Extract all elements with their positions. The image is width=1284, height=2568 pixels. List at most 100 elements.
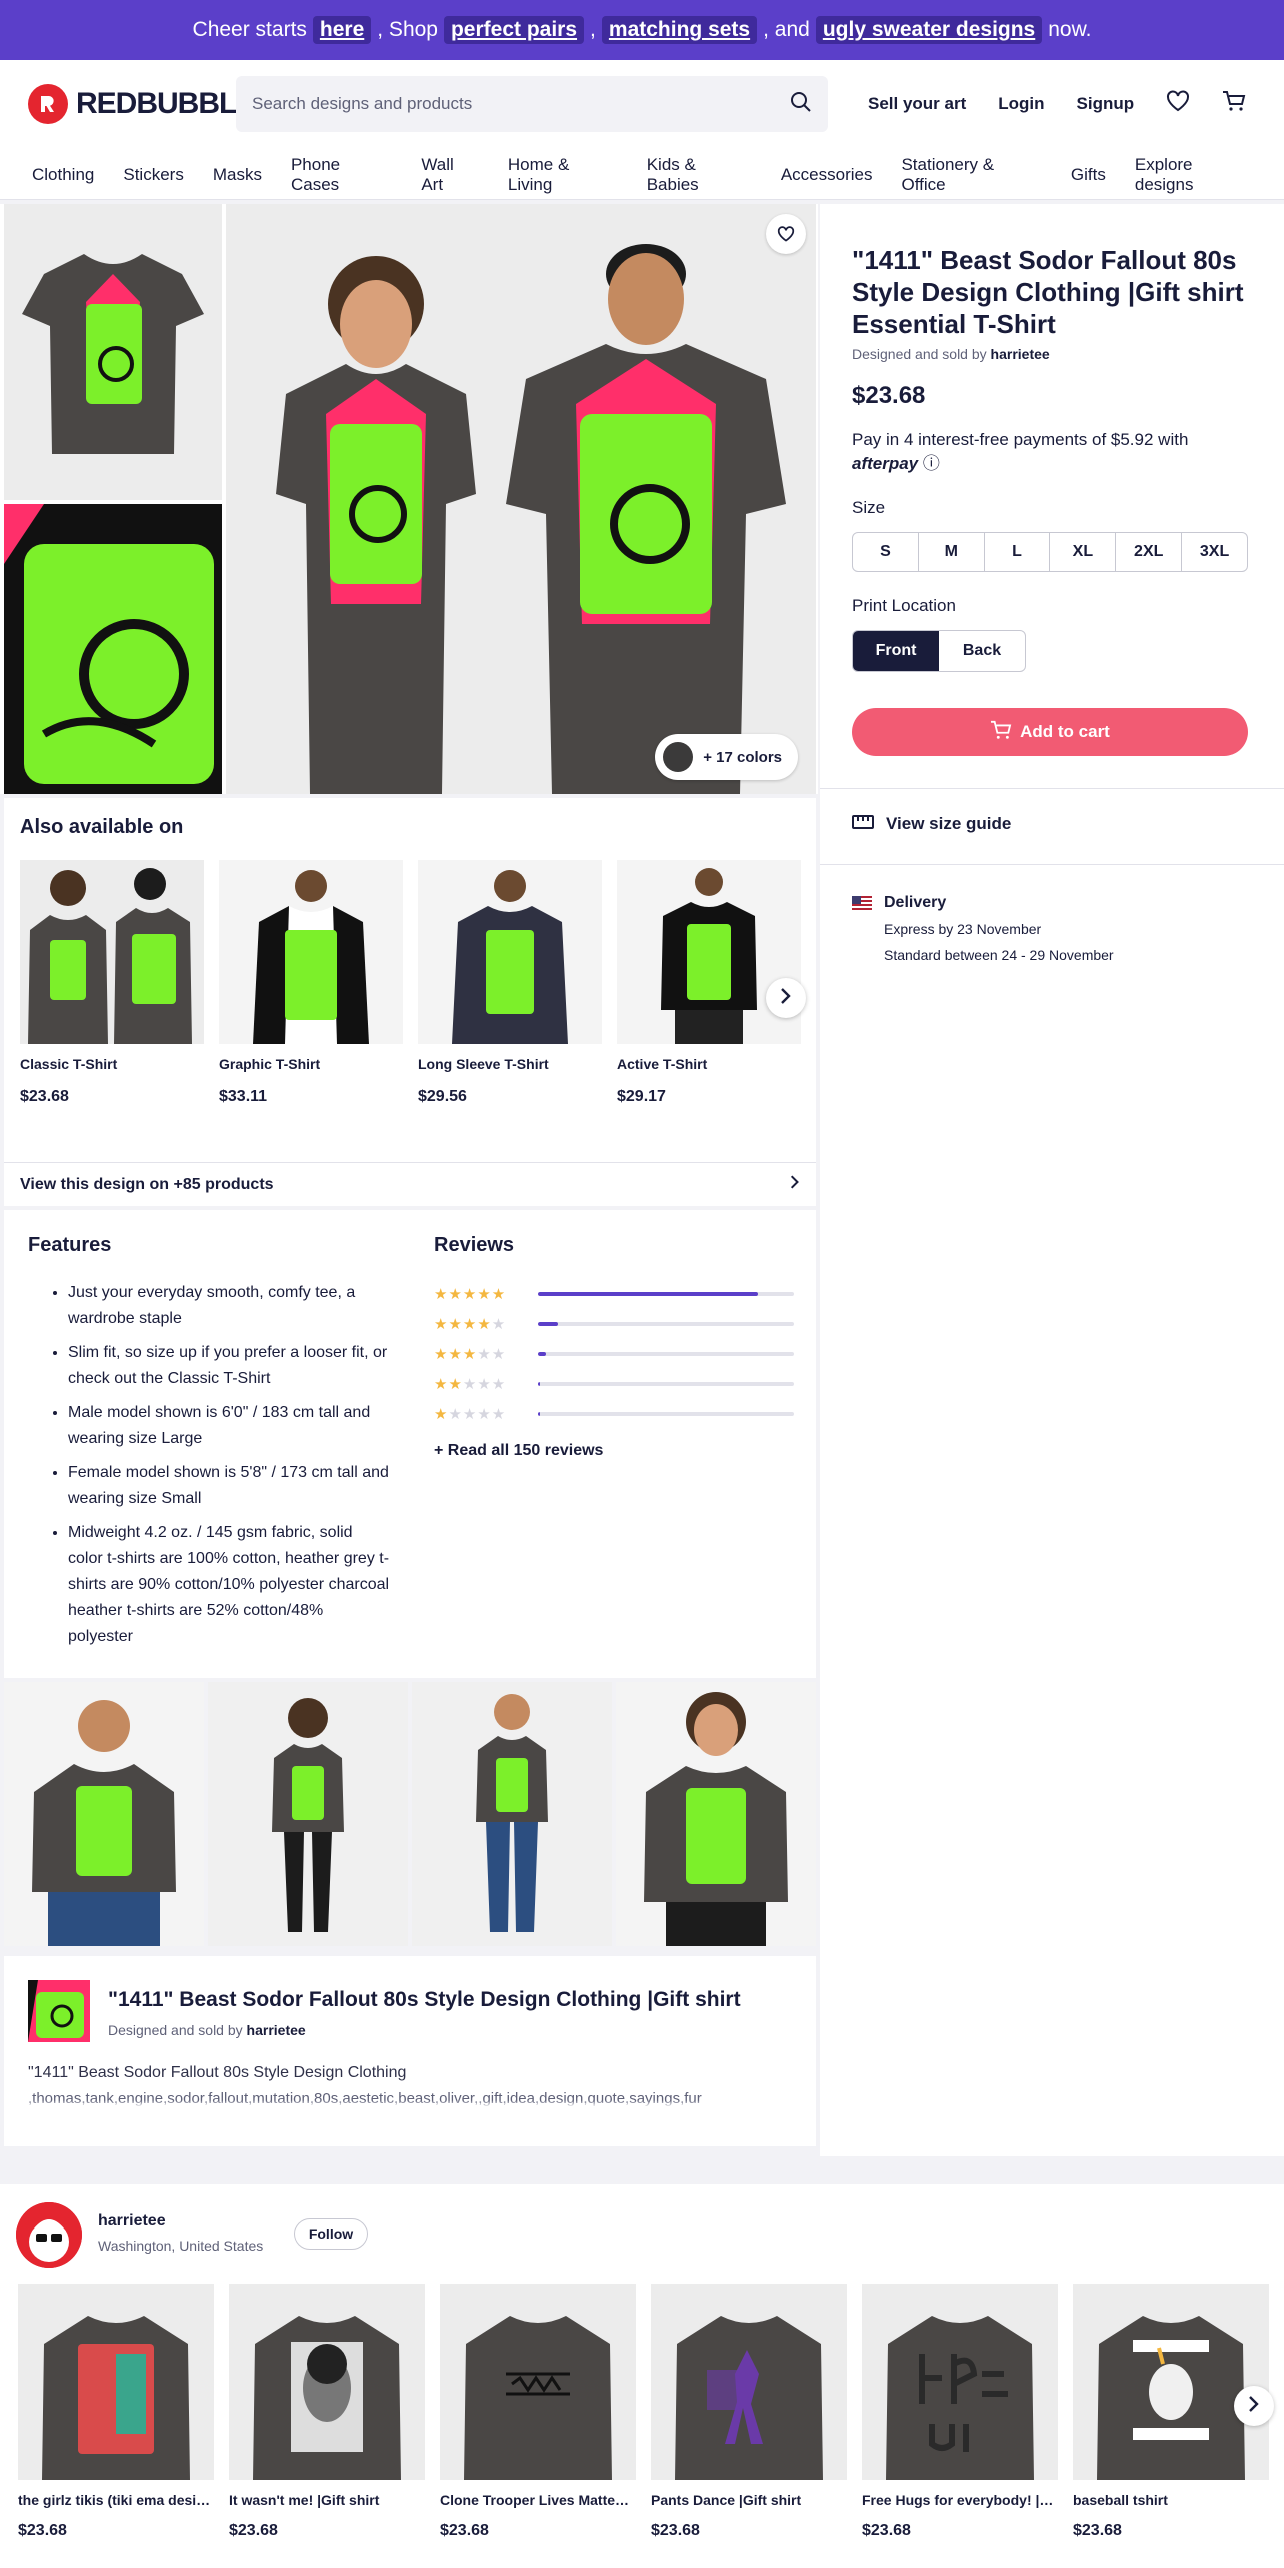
gallery-thumb-artwork[interactable]: [4, 504, 222, 794]
size-option-m[interactable]: M: [919, 533, 985, 571]
design-title: "1411" Beast Sodor Fallout 80s Style Des…: [108, 1988, 741, 2011]
gallery-thumb-shirt[interactable]: [4, 204, 222, 500]
product-card-name: Graphic T-Shirt: [219, 1056, 321, 1072]
category-phone-cases[interactable]: Phone Cases: [291, 155, 392, 195]
model-photo[interactable]: [208, 1682, 408, 1946]
delivery-info: Delivery Express by 23 November Standard…: [852, 890, 1114, 968]
product-price: $23.68: [852, 382, 926, 409]
artist-product-name: It wasn't me! |Gift shirt: [229, 2492, 380, 2508]
gallery-hero-image[interactable]: + 17 colors: [226, 204, 816, 794]
category-accessories[interactable]: Accessories: [781, 165, 873, 185]
size-option-xl[interactable]: XL: [1050, 533, 1117, 571]
add-to-cart-label: Add to cart: [1020, 722, 1110, 741]
review-row-4-star[interactable]: ★★★★★: [434, 1316, 794, 1333]
cart-icon[interactable]: [1222, 90, 1246, 118]
product-card-image: [219, 860, 403, 1044]
artist-name[interactable]: harrietee: [98, 2212, 166, 2230]
artist-carousel-next-button[interactable]: [1234, 2386, 1274, 2426]
artist-product-card[interactable]: Pants Dance |Gift shirt $23.68: [651, 2284, 847, 2540]
sell-your-art-link[interactable]: Sell your art: [868, 94, 966, 114]
category-kids-babies[interactable]: Kids & Babies: [647, 155, 752, 195]
model-photo[interactable]: [4, 1682, 204, 1946]
category-masks[interactable]: Masks: [213, 165, 262, 185]
product-card[interactable]: Graphic T-Shirt $33.11: [219, 860, 403, 1106]
category-stickers[interactable]: Stickers: [123, 165, 183, 185]
design-artist-link[interactable]: harrietee: [247, 2022, 306, 2038]
delivery-heading: Delivery: [852, 890, 1114, 916]
artist-product-name: baseball tshirt: [1073, 2492, 1168, 2508]
search-input[interactable]: Search designs and products: [236, 76, 828, 132]
category-explore[interactable]: Explore designs: [1135, 155, 1255, 195]
model-photo[interactable]: [616, 1682, 816, 1946]
review-row-2-star[interactable]: ★★★★★: [434, 1376, 794, 1393]
review-bar: [538, 1292, 794, 1296]
heart-icon[interactable]: [1166, 90, 1190, 118]
avatar[interactable]: [16, 2202, 82, 2268]
favorite-heart-icon[interactable]: [766, 214, 806, 254]
feature-item: Male model shown is 6'0" / 183 cm tall a…: [68, 1400, 390, 1452]
feature-item: Female model shown is 5'8" / 173 cm tall…: [68, 1460, 390, 1512]
print-location-selector: Front Back: [852, 630, 1026, 672]
add-to-cart-button[interactable]: Add to cart: [852, 708, 1248, 756]
signup-link[interactable]: Signup: [1077, 94, 1135, 114]
category-nav: Clothing Stickers Masks Phone Cases Wall…: [0, 150, 1284, 200]
star-rating-icon: ★★★★★: [434, 1316, 507, 1333]
size-option-l[interactable]: L: [985, 533, 1051, 571]
product-card-name: Active T-Shirt: [617, 1056, 708, 1072]
size-option-2xl[interactable]: 2XL: [1116, 533, 1183, 571]
carousel-next-button[interactable]: [766, 978, 806, 1018]
features-title: Features: [28, 1234, 112, 1256]
artist-link[interactable]: harrietee: [991, 346, 1050, 362]
review-bar-fill: [538, 1322, 559, 1326]
banner-link-ugly-sweater[interactable]: ugly sweater designs: [815, 16, 1043, 44]
read-all-reviews-link[interactable]: + Read all 150 reviews: [434, 1442, 603, 1460]
review-row-5-star[interactable]: ★★★★★: [434, 1286, 794, 1303]
color-picker-button[interactable]: + 17 colors: [655, 734, 798, 780]
product-card[interactable]: Long Sleeve T-Shirt $29.56: [418, 860, 602, 1106]
size-option-3xl[interactable]: 3XL: [1182, 533, 1247, 571]
redbubble-logo[interactable]: REDBUBBLE: [28, 84, 256, 124]
artist-product-card[interactable]: Free Hugs for everybody! |… $23.68: [862, 2284, 1058, 2540]
divider: [820, 788, 1284, 789]
banner-link-perfect-pairs[interactable]: perfect pairs: [443, 16, 585, 44]
banner-text-post: now.: [1048, 18, 1092, 41]
search-icon[interactable]: [790, 91, 812, 118]
login-link[interactable]: Login: [998, 94, 1044, 114]
artist-product-card[interactable]: It wasn't me! |Gift shirt $23.68: [229, 2284, 425, 2540]
info-icon[interactable]: ⓘ: [923, 454, 940, 473]
artist-product-card[interactable]: the girlz tikis (tiki ema desi… $23.68: [18, 2284, 214, 2540]
view-all-products-link[interactable]: View this design on +85 products: [4, 1162, 816, 1206]
banner-link-matching-sets[interactable]: matching sets: [601, 16, 758, 44]
review-row-1-star[interactable]: ★★★★★: [434, 1406, 794, 1423]
artist-product-image: [651, 2284, 847, 2480]
artist-product-image: [440, 2284, 636, 2480]
size-guide-link[interactable]: View size guide: [852, 814, 1011, 834]
size-option-s[interactable]: S: [853, 533, 919, 571]
category-clothing[interactable]: Clothing: [32, 165, 94, 185]
design-thumbnail[interactable]: [28, 1980, 90, 2042]
promo-banner: Cheer starts here , Shop perfect pairs ,…: [0, 0, 1284, 60]
review-bar: [538, 1322, 794, 1326]
product-card[interactable]: Classic T-Shirt $23.68: [20, 860, 204, 1106]
delivery-title: Delivery: [884, 894, 947, 911]
artist-product-card[interactable]: Clone Trooper Lives Matte… $23.68: [440, 2284, 636, 2540]
category-home-living[interactable]: Home & Living: [508, 155, 618, 195]
category-stationery[interactable]: Stationery & Office: [901, 155, 1041, 195]
divider: [820, 864, 1284, 865]
model-photo[interactable]: [412, 1682, 612, 1946]
afterpay-text: Pay in 4 interest-free payments of $5.92…: [852, 430, 1189, 449]
banner-link-here[interactable]: here: [312, 16, 372, 44]
product-gallery: + 17 colors: [0, 204, 818, 794]
print-location-back[interactable]: Back: [939, 631, 1025, 671]
design-designed-by: Designed and sold by harrietee: [108, 2022, 306, 2038]
category-gifts[interactable]: Gifts: [1071, 165, 1106, 185]
banner-comma: ,: [590, 18, 596, 41]
review-row-3-star[interactable]: ★★★★★: [434, 1346, 794, 1363]
artist-product-price: $23.68: [18, 2522, 67, 2539]
artist-product-name: the girlz tikis (tiki ema desi…: [18, 2492, 211, 2508]
follow-button[interactable]: Follow: [294, 2218, 368, 2250]
star-rating-icon: ★★★★★: [434, 1286, 507, 1303]
print-location-front[interactable]: Front: [853, 631, 939, 671]
review-bar-fill: [538, 1292, 759, 1296]
category-wall-art[interactable]: Wall Art: [421, 155, 479, 195]
